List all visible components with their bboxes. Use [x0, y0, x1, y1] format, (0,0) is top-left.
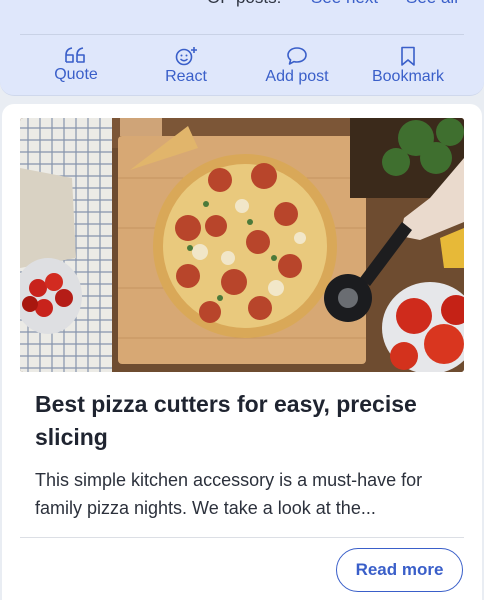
quote-icon — [65, 47, 85, 63]
quote-label: Quote — [54, 66, 98, 83]
article-image[interactable] — [20, 118, 464, 372]
divider — [20, 34, 464, 35]
article-description: This simple kitchen accessory is a must-… — [35, 470, 423, 518]
read-more-button[interactable]: Read more — [336, 548, 463, 592]
post-actions-panel: OP posts: See next See all Quote React — [0, 0, 484, 96]
react-label: React — [165, 68, 207, 85]
article-title[interactable]: Best pizza cutters for easy, precise sli… — [35, 388, 455, 454]
bookmark-label: Bookmark — [371, 68, 445, 85]
post-action-bar: Quote React Add post Bookmark — [0, 46, 484, 90]
pizza-photo — [20, 118, 464, 372]
op-posts-row: OP posts: See next See all — [0, 0, 484, 16]
quote-button[interactable]: Quote — [26, 46, 126, 84]
article-card: Best pizza cutters for easy, precise sli… — [2, 104, 482, 600]
add-reaction-icon — [175, 47, 197, 66]
add-post-label: Add post — [265, 68, 329, 85]
add-post-button[interactable]: Add post — [247, 46, 347, 86]
divider — [20, 537, 464, 538]
bookmark-button[interactable]: Bookmark — [358, 46, 458, 86]
see-next-link[interactable]: See next — [311, 0, 378, 8]
react-button[interactable]: React — [136, 46, 236, 86]
op-posts-label: OP posts: — [207, 0, 281, 8]
bookmark-icon — [401, 46, 415, 66]
speech-bubble-icon — [287, 47, 307, 65]
see-all-link[interactable]: See all — [406, 0, 458, 8]
